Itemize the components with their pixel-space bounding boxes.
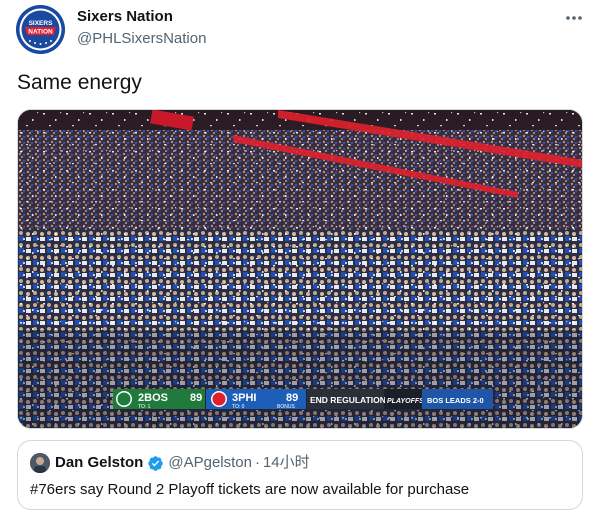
quoted-tweet-time[interactable]: 14小时 (263, 454, 310, 472)
person-avatar-icon (30, 453, 50, 473)
avatar-text-top: SIXERS (29, 20, 54, 27)
tweet: SIXERS NATION Sixers Nation @PHLSixersNa… (0, 0, 594, 517)
game-status: END REGULATION (310, 395, 386, 405)
home-score: 89 (286, 392, 298, 404)
sixers-nation-logo: SIXERS NATION (16, 5, 65, 54)
quoted-author-name[interactable]: Dan Gelston (55, 454, 143, 472)
quoted-author-avatar[interactable] (30, 453, 50, 473)
quoted-tweet-header: Dan Gelston @APgelston · 14小时 (55, 454, 310, 472)
author-info: Sixers Nation @PHLSixersNation (77, 8, 206, 48)
tweet-media[interactable]: 2BOS 89 TO: 1 3PHI 89 TO: 0 BONUS END RE… (17, 109, 583, 429)
more-horizontal-icon (566, 16, 582, 20)
away-score: 89 (190, 392, 202, 404)
scoreboard: 2BOS 89 TO: 1 3PHI 89 TO: 0 BONUS END RE… (113, 389, 493, 410)
separator-dot: · (254, 454, 260, 471)
author-avatar[interactable]: SIXERS NATION (16, 5, 65, 54)
verified-badge-icon (148, 455, 164, 471)
avatar-text-bottom: NATION (28, 29, 53, 36)
more-options-button[interactable] (563, 8, 585, 28)
playoffs-label: PLAYOFFS (387, 398, 424, 405)
tweet-text: Same energy (17, 71, 142, 94)
quoted-tweet[interactable]: Dan Gelston @APgelston · 14小时 #76ers say… (17, 440, 583, 510)
quoted-author-handle[interactable]: @APgelston (168, 454, 252, 472)
away-timeouts: TO: 1 (138, 404, 151, 410)
home-timeouts: TO: 0 (232, 404, 245, 410)
series-status: BOS LEADS 2-0 (427, 396, 484, 405)
arena-crowd-image: 2BOS 89 TO: 1 3PHI 89 TO: 0 BONUS END RE… (18, 110, 582, 428)
away-seed-team: 2BOS (138, 392, 168, 404)
quoted-tweet-text: #76ers say Round 2 Playoff tickets are n… (30, 481, 470, 498)
home-seed-team: 3PHI (232, 392, 256, 404)
author-display-name[interactable]: Sixers Nation (77, 8, 206, 26)
home-bonus: BONUS (277, 404, 295, 410)
author-handle[interactable]: @PHLSixersNation (77, 30, 206, 48)
